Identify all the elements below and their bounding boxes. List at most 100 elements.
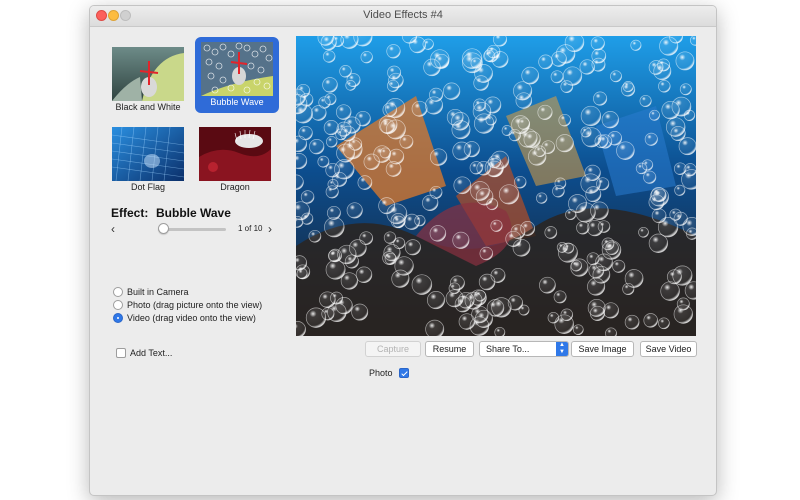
bubble <box>517 117 530 130</box>
bubble <box>601 111 619 129</box>
radio-button[interactable] <box>113 313 123 323</box>
bubble <box>386 44 401 59</box>
thumb-image-dot-flag <box>112 127 184 181</box>
thumb-image-black-and-white <box>112 47 184 101</box>
thumb-label: Dragon <box>220 182 250 192</box>
bubble <box>388 72 404 89</box>
bubble <box>580 105 602 127</box>
bubble <box>483 49 496 62</box>
bubble <box>296 104 313 124</box>
bubble <box>327 302 347 323</box>
bubble <box>308 229 322 243</box>
bubble <box>452 231 470 249</box>
video-preview[interactable] <box>296 36 696 336</box>
photo-option[interactable]: Photo <box>369 368 413 378</box>
bubble <box>379 147 391 159</box>
bubble <box>452 141 472 161</box>
bubble <box>490 219 503 232</box>
bubble <box>643 313 658 328</box>
bubble <box>649 187 669 207</box>
chevron-left-icon[interactable]: ‹ <box>108 222 118 236</box>
bubble <box>686 227 696 240</box>
bubble <box>621 82 636 97</box>
bubble <box>641 159 654 171</box>
bubble <box>485 114 497 126</box>
bubble <box>552 184 565 198</box>
bubble <box>649 109 660 121</box>
save-image-button[interactable]: Save Image <box>571 341 634 357</box>
bubble <box>382 102 398 118</box>
bubble <box>580 126 592 138</box>
bubble <box>490 150 510 170</box>
radio-label: Photo (drag picture onto the view) <box>127 300 263 310</box>
bubble <box>429 225 447 242</box>
capture-button[interactable]: Capture <box>365 341 421 357</box>
effect-thumb-bubble-wave[interactable]: Bubble Wave <box>195 37 279 113</box>
bubble <box>539 276 556 294</box>
bubble <box>449 275 465 291</box>
bubble <box>330 291 343 305</box>
bubble <box>322 77 338 93</box>
bubble <box>475 187 494 206</box>
bubble <box>473 75 489 91</box>
bubble <box>429 148 448 166</box>
bubble <box>562 66 583 86</box>
bubble <box>644 132 658 146</box>
window-title: Video Effects #4 <box>363 9 443 21</box>
radio-built-in-camera[interactable]: Built in Camera <box>113 286 189 298</box>
effect-slider-knob[interactable] <box>158 223 169 234</box>
thumb-label: Dot Flag <box>130 182 165 192</box>
effect-thumb-dragon[interactable]: Dragon <box>193 122 277 198</box>
save-video-button[interactable]: Save Video <box>640 341 697 357</box>
bubble <box>536 192 548 204</box>
radio-video[interactable]: Video (drag video onto the view) <box>113 312 256 324</box>
resume-button[interactable]: Resume <box>425 341 474 357</box>
bubble <box>538 54 553 70</box>
bubble <box>576 221 590 235</box>
bubble <box>348 137 363 151</box>
bubble <box>518 128 538 148</box>
bubble <box>343 116 361 134</box>
bubble <box>322 50 336 63</box>
bubble <box>505 230 522 247</box>
bubble <box>425 319 445 336</box>
bubble <box>558 113 571 127</box>
bubble <box>479 246 494 261</box>
add-text-checkbox[interactable] <box>116 348 126 358</box>
chevron-right-icon[interactable]: › <box>265 222 275 236</box>
bubble <box>590 201 609 221</box>
radio-photo[interactable]: Photo (drag picture onto the view) <box>113 299 262 311</box>
bubble <box>612 259 626 273</box>
bubble <box>594 134 609 149</box>
add-text-label: Add Text... <box>130 348 173 358</box>
bubble <box>324 216 345 238</box>
bubble <box>557 242 578 263</box>
bubble <box>391 269 410 288</box>
add-text-option[interactable]: Add Text... <box>116 348 172 358</box>
bubble <box>318 96 331 109</box>
bubble <box>411 274 433 295</box>
bubble <box>434 53 450 69</box>
bubble <box>610 70 622 83</box>
title-bar[interactable]: Video Effects #4 <box>90 6 716 27</box>
radio-button[interactable] <box>113 300 123 310</box>
photo-checkbox[interactable] <box>398 368 409 378</box>
radio-button[interactable] <box>113 287 123 297</box>
bubble <box>544 226 558 239</box>
bubble <box>325 136 338 148</box>
bubble <box>325 259 346 280</box>
bubble <box>553 290 567 304</box>
bubble <box>653 62 672 81</box>
thumb-label: Bubble Wave <box>210 97 264 107</box>
bubble <box>624 269 644 288</box>
effect-thumb-black-and-white[interactable]: Black and White <box>106 42 190 118</box>
effect-counter: 1 of 10 <box>238 224 263 233</box>
effect-label: Effect: <box>111 206 149 220</box>
share-to-popup[interactable]: Share To... ▲ ▼ <box>479 341 569 357</box>
bubble <box>674 184 686 196</box>
effect-thumb-dot-flag[interactable]: Dot Flag <box>106 122 190 198</box>
bubble <box>616 141 635 160</box>
bubble <box>411 100 428 117</box>
updown-chevron-icon: ▲ ▼ <box>556 342 568 356</box>
bubble <box>520 221 536 236</box>
